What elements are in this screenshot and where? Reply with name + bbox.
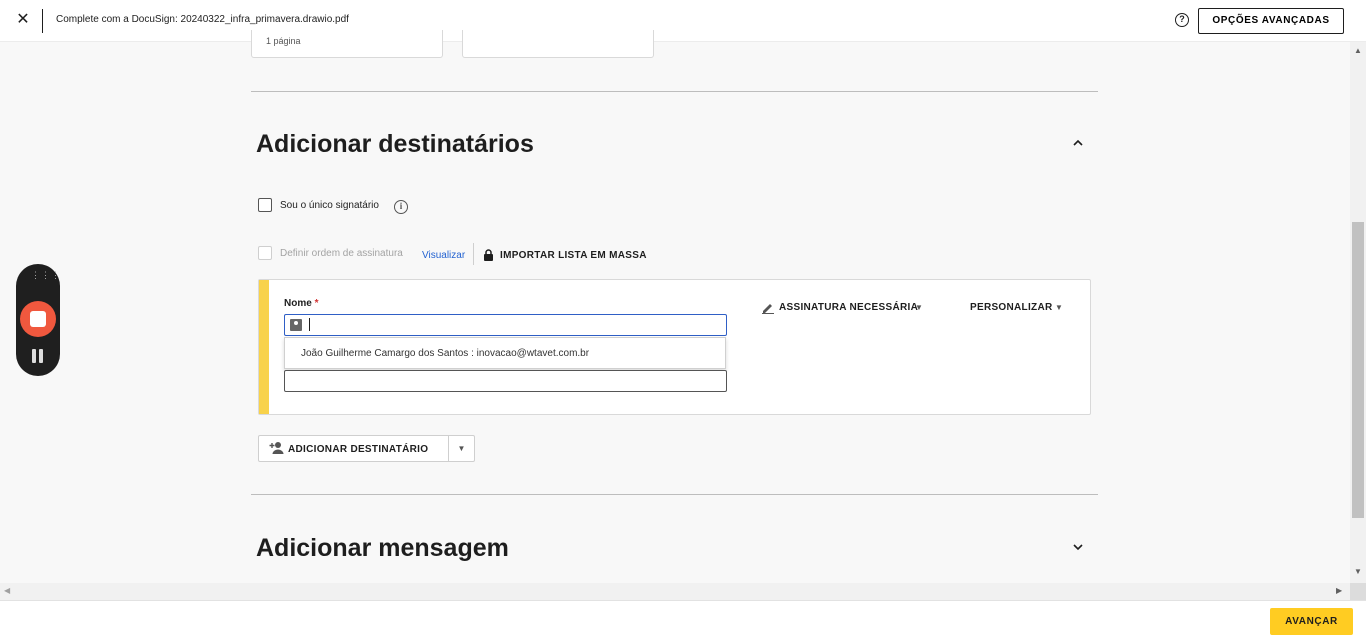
scrollbar-thumb[interactable]: [1352, 222, 1364, 518]
pause-icon[interactable]: [31, 349, 45, 363]
signing-order-checkbox[interactable]: [258, 246, 272, 260]
scroll-down-icon[interactable]: ▼: [1354, 567, 1362, 576]
customize-dropdown[interactable]: PERSONALIZAR: [970, 302, 1053, 313]
lock-icon: [483, 248, 494, 266]
recipients-title: Adicionar destinatários: [256, 130, 534, 158]
vertical-divider: [473, 243, 474, 265]
scroll-up-icon[interactable]: ▲: [1354, 46, 1362, 55]
footer-bar: AVANÇAR: [0, 600, 1366, 641]
chevron-up-icon[interactable]: [1072, 137, 1084, 149]
autocomplete-option[interactable]: João Guilherme Camargo dos Santos : inov…: [301, 348, 589, 359]
only-signer-checkbox[interactable]: [258, 198, 272, 212]
help-icon[interactable]: ?: [1175, 13, 1189, 27]
vertical-scrollbar[interactable]: ▲ ▼: [1350, 42, 1366, 583]
add-recipient-label: ADICIONAR DESTINATÁRIO: [288, 444, 429, 455]
section-divider: [251, 494, 1098, 495]
document-card-empty: [462, 30, 654, 58]
close-icon[interactable]: ✕: [14, 11, 32, 29]
signature-required-dropdown[interactable]: ASSINATURA NECESSÁRIA: [779, 302, 918, 313]
horizontal-scrollbar[interactable]: ◀ ▶: [0, 583, 1350, 600]
scrollbar-corner: [1350, 583, 1366, 600]
bulk-import-button[interactable]: IMPORTAR LISTA EM MASSA: [500, 250, 647, 261]
document-title: Complete com a DocuSign: 20240322_infra_…: [56, 14, 349, 25]
add-recipient-options-button[interactable]: ▼: [448, 435, 475, 462]
header-divider: [42, 9, 43, 33]
scroll-right-icon[interactable]: ▶: [1336, 586, 1342, 595]
info-icon[interactable]: i: [394, 200, 408, 214]
only-signer-label: Sou o único signatário: [280, 200, 379, 211]
advanced-options-button[interactable]: OPÇÕES AVANÇADAS: [1198, 8, 1344, 34]
scroll-left-icon[interactable]: ◀: [4, 586, 10, 595]
add-person-icon: [269, 441, 284, 460]
stop-recording-button[interactable]: [20, 301, 56, 337]
name-input[interactable]: [284, 314, 727, 336]
contact-card-icon[interactable]: [290, 319, 302, 331]
drag-handle-icon[interactable]: ⋮⋮⋮: [31, 271, 61, 280]
text-cursor: [309, 318, 310, 331]
preview-link[interactable]: Visualizar: [422, 250, 465, 261]
top-bar: ✕ Complete com a DocuSign: 20240322_infr…: [0, 0, 1366, 42]
section-divider: [251, 91, 1098, 92]
message-title: Adicionar mensagem: [256, 534, 509, 562]
chevron-down-icon[interactable]: [1072, 541, 1084, 553]
document-card: 1 página: [251, 30, 443, 58]
caret-down-icon[interactable]: ▼: [1055, 303, 1063, 312]
name-label: Nome *: [284, 298, 319, 309]
recipient-color-stripe: [259, 280, 269, 414]
pen-icon: [761, 300, 775, 319]
page-count: 1 página: [266, 36, 301, 46]
signing-order-label: Definir ordem de assinatura: [280, 248, 403, 259]
email-input[interactable]: [284, 370, 727, 392]
next-button[interactable]: AVANÇAR: [1270, 608, 1353, 635]
caret-down-icon[interactable]: ▼: [915, 303, 923, 312]
